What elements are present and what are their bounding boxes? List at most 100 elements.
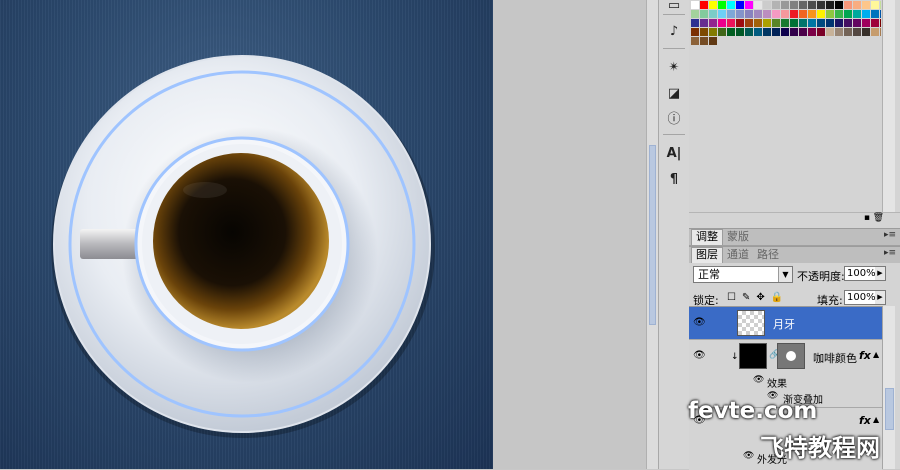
color-swatch[interactable] — [826, 19, 834, 27]
scrollbar-thumb[interactable] — [885, 388, 894, 430]
color-swatch[interactable] — [700, 10, 708, 18]
caret-up-icon[interactable]: ▲ — [873, 415, 879, 424]
color-swatch[interactable] — [808, 10, 816, 18]
character-icon[interactable]: A| — [665, 144, 683, 162]
color-swatch[interactable] — [691, 10, 699, 18]
color-swatch[interactable] — [826, 28, 834, 36]
color-swatch[interactable] — [736, 28, 744, 36]
fx-badge[interactable]: fx — [859, 349, 871, 362]
panel-menu-icon[interactable]: ▸≡ — [884, 248, 896, 258]
scrollbar-thumb[interactable] — [649, 145, 656, 325]
color-swatch[interactable] — [817, 1, 825, 9]
document-canvas[interactable] — [0, 0, 493, 469]
color-swatch[interactable] — [781, 19, 789, 27]
color-swatch[interactable] — [718, 1, 726, 9]
lock-options-icons[interactable]: ☐✎✥🔒 — [727, 292, 789, 303]
color-swatch[interactable] — [799, 1, 807, 9]
eye-icon[interactable]: 👁 — [693, 350, 707, 361]
color-swatch[interactable] — [781, 28, 789, 36]
color-swatch[interactable] — [817, 19, 825, 27]
color-swatch[interactable] — [745, 19, 753, 27]
color-swatch[interactable] — [808, 28, 816, 36]
tab-layers[interactable]: 图层 — [691, 247, 723, 263]
color-swatch[interactable] — [808, 1, 816, 9]
new-swatch-icon[interactable]: ▪ — [864, 213, 870, 223]
color-swatch[interactable] — [871, 28, 879, 36]
color-swatch[interactable] — [736, 1, 744, 9]
color-swatch[interactable] — [736, 19, 744, 27]
color-swatch[interactable] — [853, 19, 861, 27]
color-swatch[interactable] — [700, 19, 708, 27]
swatch-grid[interactable] — [691, 0, 881, 64]
color-swatch[interactable] — [709, 10, 717, 18]
color-swatch[interactable] — [709, 37, 717, 45]
color-swatch[interactable] — [790, 1, 798, 9]
eye-icon[interactable]: 👁 — [693, 317, 707, 328]
fx-badge[interactable]: fx — [859, 414, 871, 427]
tab-masks[interactable]: 蒙版 — [723, 230, 753, 244]
color-swatch[interactable] — [862, 10, 870, 18]
color-swatch[interactable] — [700, 37, 708, 45]
color-swatch[interactable] — [745, 28, 753, 36]
color-swatch[interactable] — [808, 19, 816, 27]
color-swatch[interactable] — [835, 28, 843, 36]
chevron-right-icon[interactable]: ▶ — [875, 267, 885, 280]
color-swatch[interactable] — [772, 19, 780, 27]
color-swatch[interactable] — [844, 28, 852, 36]
chevron-right-icon[interactable]: ▶ — [875, 291, 885, 304]
color-swatch[interactable] — [772, 1, 780, 9]
info-icon[interactable]: ⓘ — [665, 108, 683, 127]
color-swatch[interactable] — [817, 10, 825, 18]
color-swatch[interactable] — [709, 19, 717, 27]
color-swatch[interactable] — [781, 10, 789, 18]
color-swatch[interactable] — [871, 1, 879, 9]
paragraph-icon[interactable]: ¶ — [665, 170, 683, 188]
color-swatch[interactable] — [844, 10, 852, 18]
swatches-scrollbar[interactable] — [882, 0, 895, 212]
color-swatch[interactable] — [763, 28, 771, 36]
color-swatch[interactable] — [880, 1, 881, 9]
color-swatch[interactable] — [763, 10, 771, 18]
color-swatch[interactable] — [871, 10, 879, 18]
layers-scrollbar[interactable] — [882, 306, 895, 469]
color-swatch[interactable] — [700, 1, 708, 9]
color-swatch[interactable] — [772, 10, 780, 18]
color-swatch[interactable] — [718, 28, 726, 36]
color-swatch[interactable] — [700, 28, 708, 36]
histogram-icon[interactable]: ◪ — [665, 84, 683, 102]
blend-mode-select[interactable]: 正常 ▼ — [693, 266, 793, 283]
square-icon[interactable]: ▭ — [665, 0, 683, 13]
color-swatch[interactable] — [736, 10, 744, 18]
color-swatch[interactable] — [799, 10, 807, 18]
color-swatch[interactable] — [826, 10, 834, 18]
color-swatch[interactable] — [880, 10, 881, 18]
color-swatch[interactable] — [754, 1, 762, 9]
color-swatch[interactable] — [691, 19, 699, 27]
tab-channels[interactable]: 通道 — [723, 248, 753, 262]
color-swatch[interactable] — [862, 28, 870, 36]
color-swatch[interactable] — [691, 28, 699, 36]
color-swatch[interactable] — [853, 1, 861, 9]
navigator-icon[interactable]: ✴ — [665, 58, 683, 76]
color-swatch[interactable] — [754, 28, 762, 36]
brush-presets-icon[interactable]: ♪ — [665, 22, 683, 40]
color-swatch[interactable] — [691, 1, 699, 9]
color-swatch[interactable] — [754, 19, 762, 27]
color-swatch[interactable] — [862, 19, 870, 27]
color-swatch[interactable] — [727, 28, 735, 36]
color-swatch[interactable] — [763, 1, 771, 9]
color-swatch[interactable] — [799, 28, 807, 36]
color-swatch[interactable] — [718, 10, 726, 18]
color-swatch[interactable] — [709, 28, 717, 36]
color-swatch[interactable] — [754, 10, 762, 18]
color-swatch[interactable] — [790, 10, 798, 18]
color-swatch[interactable] — [718, 19, 726, 27]
color-swatch[interactable] — [871, 19, 879, 27]
color-swatch[interactable] — [790, 19, 798, 27]
color-swatch[interactable] — [880, 28, 881, 36]
eye-icon[interactable]: 👁 — [753, 375, 767, 385]
color-swatch[interactable] — [727, 1, 735, 9]
color-swatch[interactable] — [817, 28, 825, 36]
color-swatch[interactable] — [844, 19, 852, 27]
color-swatch[interactable] — [853, 10, 861, 18]
